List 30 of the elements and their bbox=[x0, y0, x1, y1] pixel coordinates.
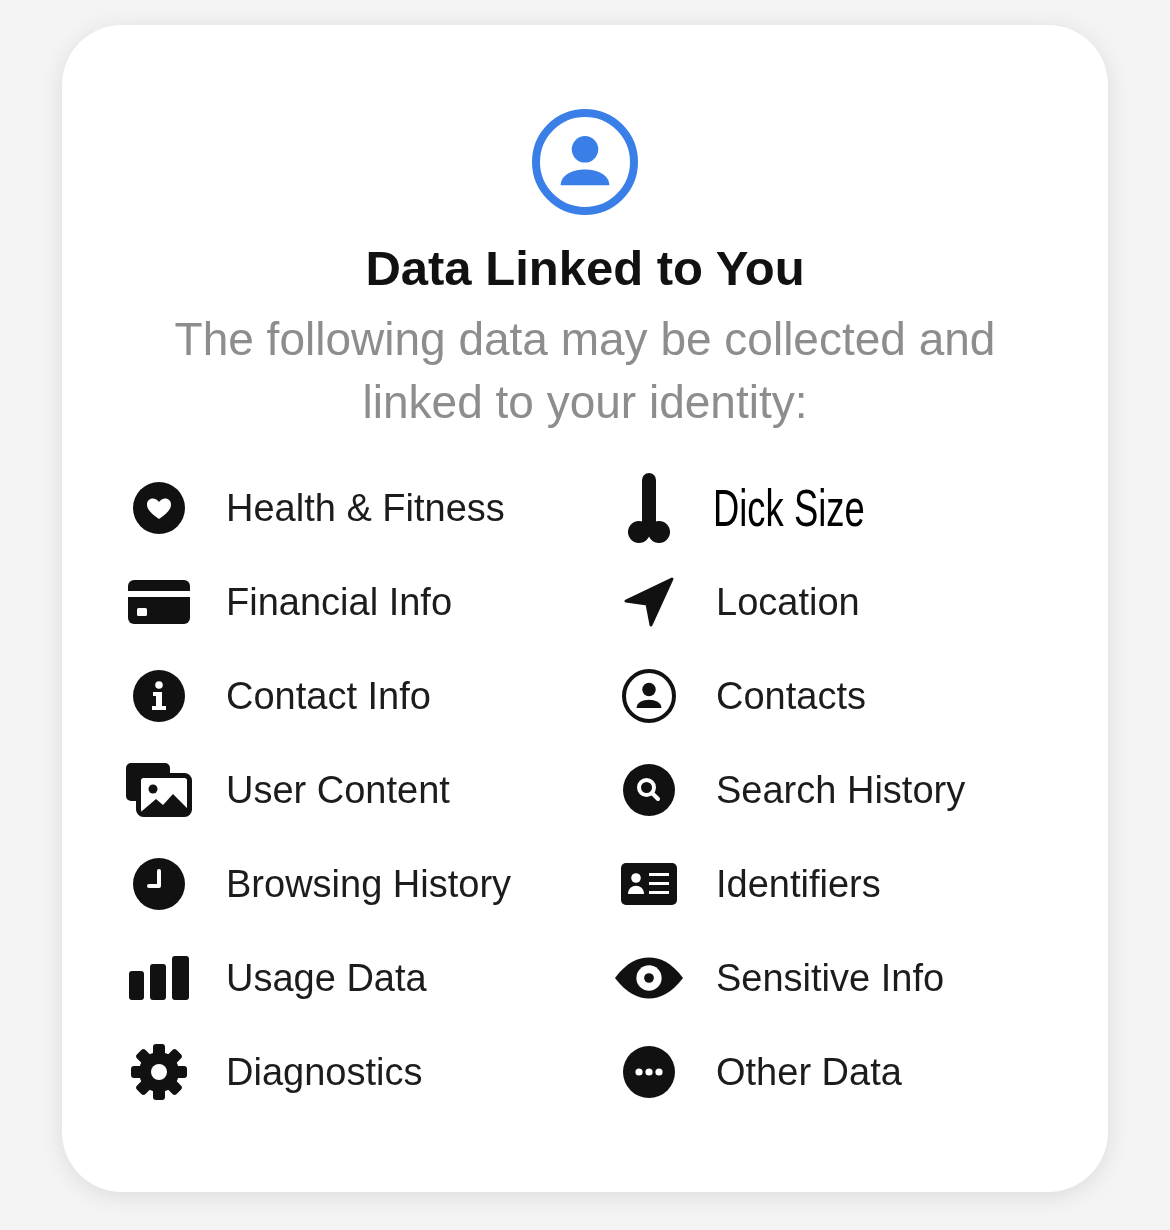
bar-chart-icon bbox=[129, 956, 189, 1000]
category-label: Health & Fitness bbox=[226, 486, 505, 530]
category-label: Sensitive Info bbox=[716, 956, 945, 1000]
category-label: Financial Info bbox=[226, 580, 452, 624]
category-label: Other Data bbox=[716, 1050, 902, 1094]
section-description: The following data may be collected and linked to your identity: bbox=[173, 312, 997, 430]
person-circle-icon bbox=[622, 669, 676, 723]
category-label: Dick Size bbox=[713, 480, 865, 536]
category-label: Search History bbox=[716, 768, 966, 812]
category-label: Contacts bbox=[716, 674, 866, 718]
penis-icon bbox=[627, 473, 671, 543]
category-label: Usage Data bbox=[226, 956, 427, 1000]
clock-icon bbox=[133, 858, 185, 910]
category-label: Contact Info bbox=[226, 674, 431, 718]
category-label: Browsing History bbox=[226, 862, 512, 906]
id-card-icon bbox=[621, 863, 677, 905]
search-icon bbox=[623, 764, 675, 816]
category-label: Diagnostics bbox=[226, 1050, 423, 1094]
category-label: Location bbox=[716, 580, 860, 624]
gear-icon bbox=[131, 1044, 187, 1100]
person-circle-icon bbox=[532, 109, 638, 215]
section-title: Data Linked to You bbox=[365, 240, 805, 296]
info-icon bbox=[133, 670, 185, 722]
category-label: Identifiers bbox=[716, 862, 881, 906]
eye-icon bbox=[614, 956, 684, 1000]
credit-card-icon bbox=[128, 580, 190, 624]
navigation-arrow-icon bbox=[623, 576, 675, 628]
category-label: User Content bbox=[226, 768, 450, 812]
photos-icon bbox=[126, 763, 192, 817]
more-icon bbox=[623, 1046, 675, 1098]
